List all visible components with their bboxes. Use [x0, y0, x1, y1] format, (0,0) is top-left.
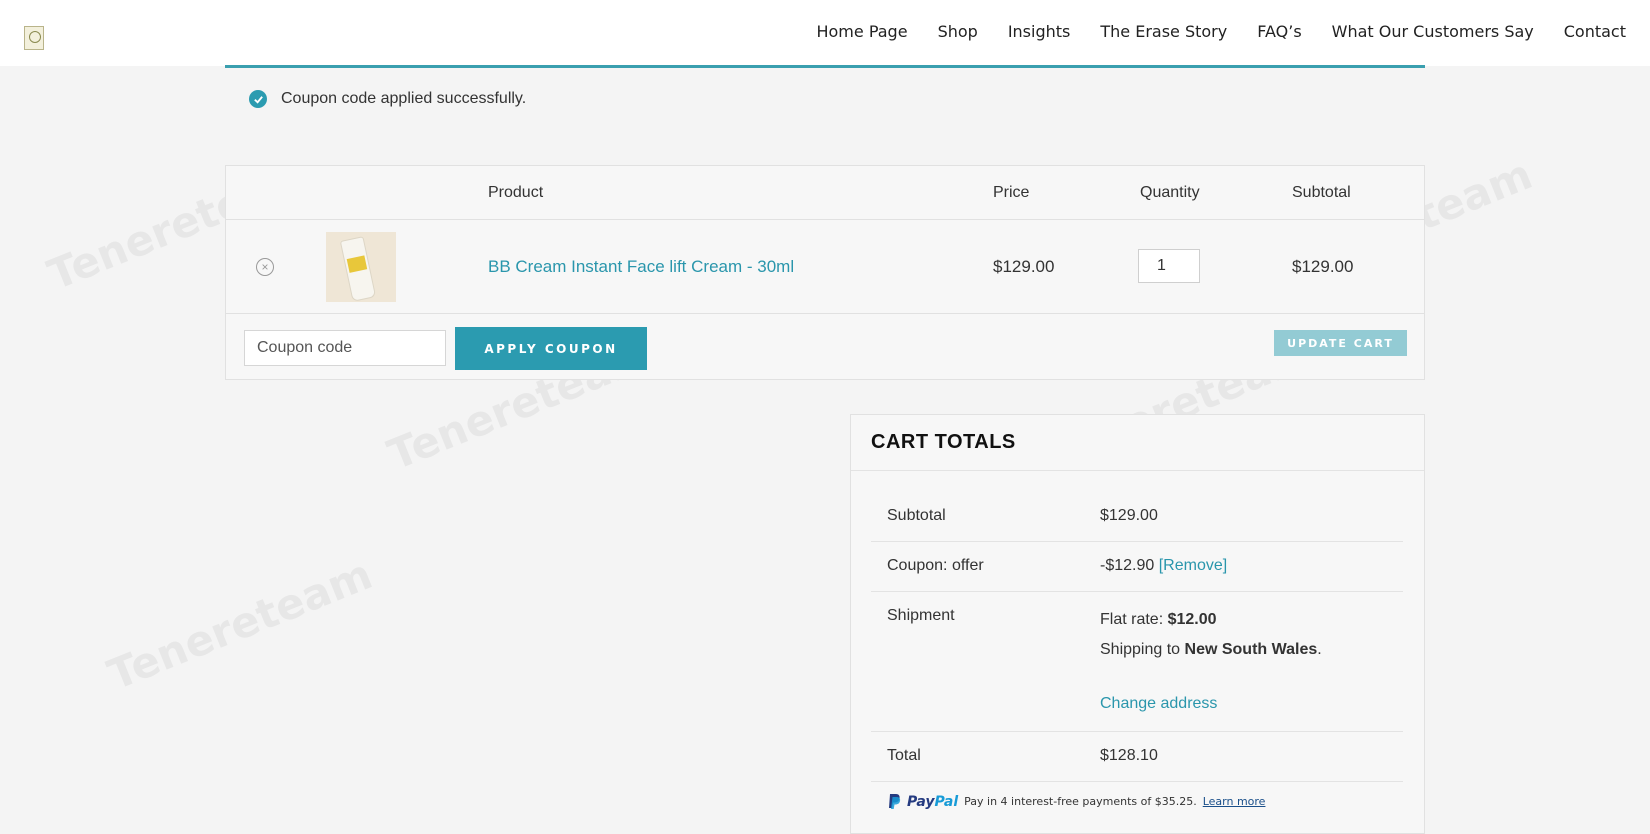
notice-text: Coupon code applied successfully.: [281, 90, 527, 107]
check-circle-icon: [249, 90, 267, 108]
cart-table: Product Price Quantity Subtotal × BB Cre…: [225, 165, 1425, 380]
total-label: Total: [887, 747, 921, 764]
paypal-installments-text: Pay in 4 interest-free payments of $35.2…: [964, 795, 1197, 808]
remove-coupon-link[interactable]: [Remove]: [1159, 557, 1227, 574]
paypal-pay-later-message: PayPal Pay in 4 interest-free payments o…: [887, 793, 1265, 810]
column-header-subtotal: Subtotal: [1292, 184, 1351, 201]
update-cart-button[interactable]: UPDATE CART: [1274, 330, 1407, 356]
product-name-link[interactable]: BB Cream Instant Face lift Cream - 30ml: [488, 257, 794, 277]
shipping-to-prefix: Shipping to: [1100, 641, 1181, 658]
watermark: Tenereteam: [101, 549, 379, 700]
apply-coupon-button[interactable]: APPLY COUPON: [455, 327, 647, 370]
total-value: $128.10: [1100, 747, 1158, 764]
divider: [871, 781, 1403, 782]
nav-home[interactable]: Home Page: [816, 22, 907, 41]
cream-tube-icon: [339, 236, 377, 302]
column-header-quantity: Quantity: [1140, 184, 1200, 201]
product-subtotal: $129.00: [1292, 257, 1354, 276]
divider: [851, 470, 1424, 471]
divider: [226, 219, 1424, 220]
divider: [871, 541, 1403, 542]
nav-erase-story[interactable]: The Erase Story: [1100, 22, 1227, 41]
flat-rate-value: $12.00: [1167, 611, 1217, 628]
paypal-learn-more-link[interactable]: Learn more: [1203, 795, 1266, 808]
flat-rate-prefix: Flat rate:: [1100, 611, 1164, 628]
column-header-price: Price: [993, 184, 1030, 201]
product-thumbnail[interactable]: [326, 232, 396, 302]
product-price: $129.00: [993, 257, 1055, 276]
nav-insights[interactable]: Insights: [1008, 22, 1071, 41]
coupon-code-input[interactable]: [244, 330, 446, 366]
change-address-link[interactable]: Change address: [1100, 695, 1217, 713]
paypal-logo-pal: Pal: [934, 793, 959, 810]
flat-rate: Flat rate: $12.00: [1100, 611, 1217, 629]
cart-totals: CART TOTALS Subtotal $129.00 Coupon: off…: [850, 414, 1425, 834]
remove-item-icon[interactable]: ×: [256, 258, 274, 276]
subtotal-label: Subtotal: [887, 507, 946, 524]
paypal-icon: [889, 794, 901, 809]
coupon-discount-value: -$12.90: [1100, 557, 1155, 574]
divider: [871, 731, 1403, 732]
nav-testimonials[interactable]: What Our Customers Say: [1332, 22, 1534, 41]
nav-faq[interactable]: FAQ’s: [1257, 22, 1301, 41]
quantity-input[interactable]: [1138, 249, 1200, 283]
leaf-logo-icon[interactable]: [24, 26, 44, 50]
column-header-product: Product: [488, 184, 544, 201]
divider: [871, 591, 1403, 592]
header-divider: [225, 65, 1425, 68]
coupon-label: Coupon: offer: [887, 557, 984, 574]
main-nav: Home Page Shop Insights The Erase Story …: [816, 22, 1626, 41]
shipment-label: Shipment: [887, 607, 955, 624]
success-notice: Coupon code applied successfully.: [249, 90, 526, 108]
nav-contact[interactable]: Contact: [1564, 22, 1626, 41]
paypal-logo: PayPal: [907, 794, 958, 810]
shipping-to-suffix: .: [1317, 641, 1322, 658]
site-header: Home Page Shop Insights The Erase Story …: [0, 0, 1650, 66]
shipping-destination: Shipping to New South Wales.: [1100, 641, 1322, 659]
coupon-discount: -$12.90 [Remove]: [1100, 557, 1227, 575]
nav-shop[interactable]: Shop: [938, 22, 978, 41]
shipping-to-region: New South Wales: [1184, 641, 1318, 658]
subtotal-value: $129.00: [1100, 507, 1158, 524]
divider: [226, 313, 1424, 314]
paypal-logo-pay: Pay: [907, 793, 935, 810]
cart-totals-title: CART TOTALS: [871, 431, 1016, 453]
